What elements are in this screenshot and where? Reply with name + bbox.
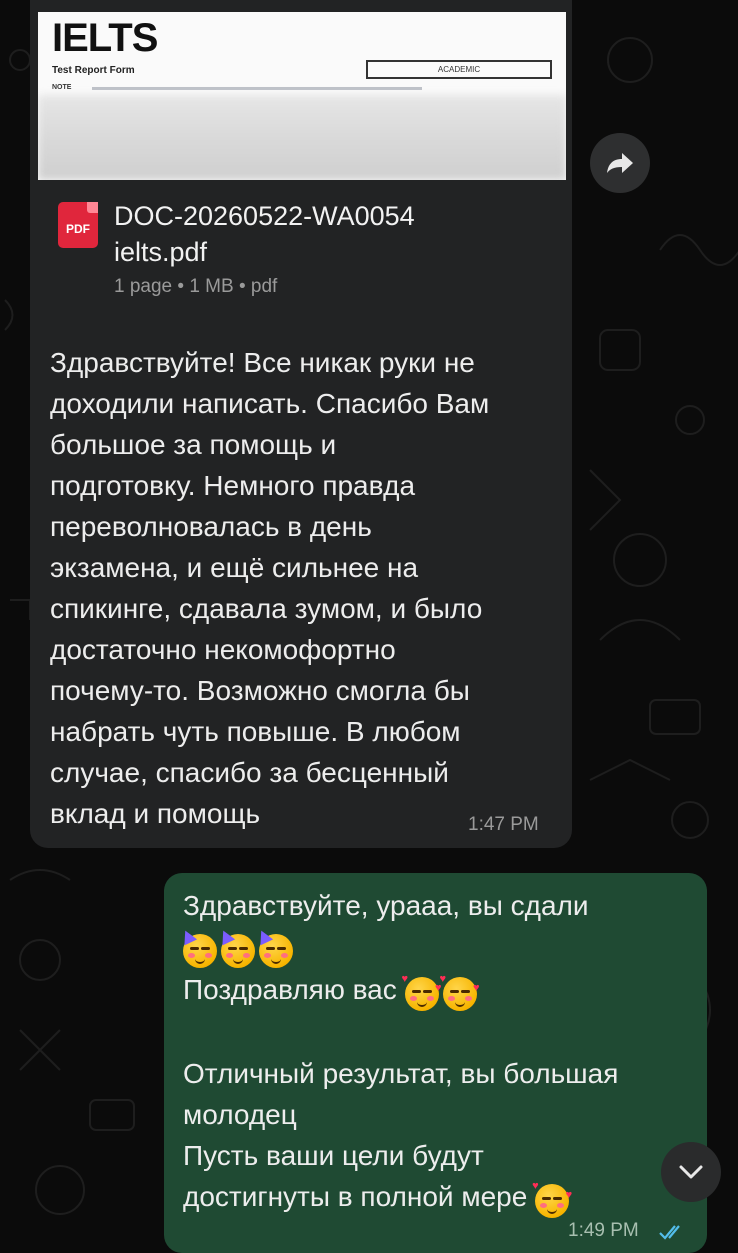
smiling-face-with-hearts-icon: ♥ ♥ — [532, 1180, 572, 1218]
forward-button[interactable] — [590, 133, 650, 193]
chevron-down-icon — [679, 1165, 703, 1179]
note-text-blurred — [92, 87, 422, 90]
document-attachment[interactable]: PDF DOC-20260522-WA0054 ielts.pdf 1 page… — [54, 198, 554, 308]
ielts-logo: IELTS — [52, 16, 158, 60]
scroll-down-button[interactable] — [661, 1142, 721, 1202]
pdf-badge: PDF — [66, 222, 90, 236]
read-double-check-icon — [659, 1225, 680, 1240]
forward-arrow-icon — [607, 153, 633, 173]
document-name: DOC-20260522-WA0054 ielts.pdf — [114, 201, 415, 267]
emoji-row-hearts: ♥ ♥ ♥ ♥ — [402, 971, 481, 1012]
partying-face-icon — [178, 927, 217, 968]
document-preview-thumbnail[interactable]: IELTS Test Report Form ACADEMIC NOTE — [38, 12, 566, 180]
emoji-row-party — [178, 927, 297, 969]
form-title: Test Report Form — [52, 65, 135, 76]
smiling-face-with-hearts-icon: ♥ ♥ — [402, 973, 442, 1011]
note-label: NOTE — [52, 84, 72, 91]
outgoing-message-text: Здравствуйте, урааа, вы сдали Поздравляю… — [178, 885, 693, 1219]
pdf-fold-corner — [87, 202, 98, 213]
blurred-area — [38, 95, 566, 180]
emoji-row-heart-end: ♥ ♥ — [532, 1178, 573, 1219]
outgoing-line-3: Поздравляю вас — [183, 974, 397, 1006]
document-meta: 1 page • 1 MB • pdf — [114, 276, 278, 297]
module-box: ACADEMIC — [366, 60, 552, 79]
incoming-message-text: Здравствуйте! Все никак руки не доходили… — [50, 347, 490, 829]
outgoing-line-1: Здравствуйте, урааа, вы сдали — [183, 890, 589, 921]
incoming-timestamp: 1:47 PM — [468, 814, 539, 835]
outgoing-timestamp: 1:49 PM — [568, 1220, 639, 1241]
partying-face-icon — [216, 927, 255, 968]
smiling-face-with-hearts-icon: ♥ ♥ — [440, 973, 480, 1011]
partying-face-icon — [254, 927, 293, 968]
